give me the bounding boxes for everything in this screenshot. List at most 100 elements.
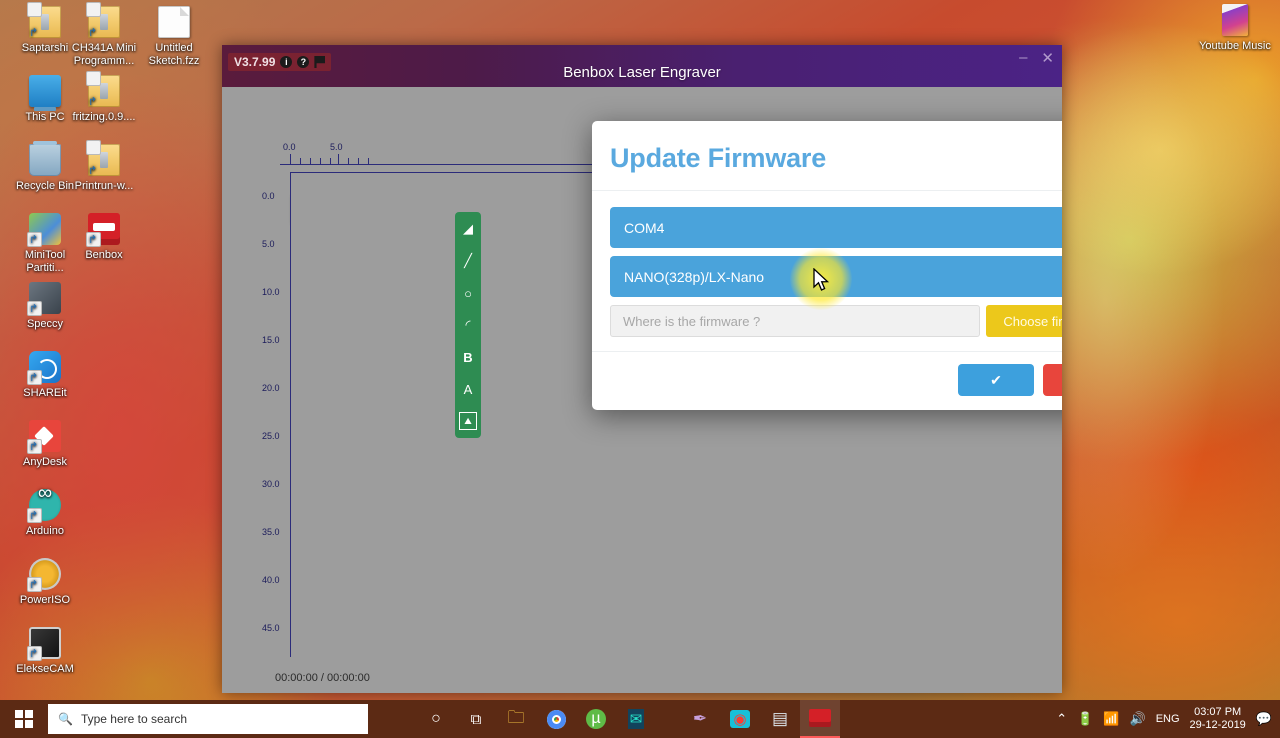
v-tick-label: 5.0: [262, 239, 275, 249]
v-tick-label: 15.0: [262, 335, 280, 345]
clock[interactable]: 03:07 PM 29-12-2019: [1190, 706, 1246, 732]
cancel-button[interactable]: ✖: [1043, 364, 1062, 396]
com-port-select[interactable]: COM4: [610, 207, 1062, 248]
confirm-button[interactable]: ✔: [958, 364, 1034, 396]
desktop-icon-arduino[interactable]: ↱ Arduino: [6, 489, 84, 538]
desktop[interactable]: ↱ Saptarshi ↱ CH341A Mini Programm... Un…: [0, 0, 1280, 738]
choose-firmware-button[interactable]: Choose firmware: [986, 305, 1062, 337]
this-pc-icon: [29, 75, 61, 107]
camera-recorder-button[interactable]: ◉: [720, 700, 760, 738]
v-tick-label: 25.0: [262, 431, 280, 441]
action-center-icon[interactable]: 💬: [1256, 711, 1272, 727]
dialog-body: COM4 NANO(328p)/LX-Nano Choose firmware: [592, 191, 1062, 351]
wifi-icon[interactable]: 📶: [1103, 711, 1119, 727]
desktop-icon-printrun[interactable]: ↱ Printrun-w...: [65, 144, 143, 193]
window-app-button[interactable]: ▤: [760, 700, 800, 738]
show-hidden-icons-chevron-icon[interactable]: ⌃: [1056, 711, 1067, 727]
desktop-icon-label: Arduino: [6, 525, 84, 538]
search-placeholder: Type here to search: [81, 712, 187, 726]
language-indicator[interactable]: ENG: [1156, 713, 1180, 725]
v-tick-label: 30.0: [262, 479, 280, 489]
desktop-icon-poweriso[interactable]: ↱ PowerISO: [6, 558, 84, 607]
feather-button[interactable]: ✒: [680, 700, 720, 738]
desktop-icon-label: fritzing.0.9....: [65, 111, 143, 124]
v-tick-label: 40.0: [262, 575, 280, 585]
recycle-bin-icon: [29, 144, 61, 176]
firmware-path-input[interactable]: [610, 305, 980, 337]
desktop-icon-label: Untitled Sketch.fzz: [135, 42, 213, 68]
desktop-icon-shareit[interactable]: ↱ SHAREit: [6, 351, 84, 400]
h-tick-label: 5.0: [330, 142, 343, 152]
benbox-app-window[interactable]: V3.7.99 i ? Benbox Laser Engraver – ✕ 🖿 …: [222, 45, 1062, 693]
close-button[interactable]: ✕: [1041, 49, 1054, 67]
circle-tool-icon[interactable]: ○: [459, 284, 477, 302]
benbox-taskbar-button[interactable]: [800, 700, 840, 738]
system-tray[interactable]: ⌃ 🔋 📶 🔊 ENG 03:07 PM 29-12-2019 💬: [1056, 706, 1280, 732]
cortana-icon: ○: [431, 710, 441, 728]
h-tick-label: 0.0: [283, 142, 296, 152]
mail-button[interactable]: ✉: [616, 700, 656, 738]
file-explorer-button[interactable]: 🗀: [496, 700, 536, 738]
elekscam-icon: ↱: [29, 627, 61, 659]
ruler-minor-tick: [330, 158, 331, 165]
start-button[interactable]: [0, 700, 48, 738]
folder-icon: ↱: [29, 6, 61, 38]
desktop-icon-label: Printrun-w...: [65, 180, 143, 193]
task-view-icon: ⧉: [471, 711, 482, 728]
desktop-icon-youtube-music[interactable]: Youtube Music: [1196, 4, 1274, 53]
desktop-icon-label: SHAREit: [6, 387, 84, 400]
camera-recorder-icon: ◉: [730, 710, 749, 728]
bold-tool-icon[interactable]: B: [459, 348, 477, 366]
ruler-major-tick: [338, 154, 339, 165]
search-icon: 🔍: [58, 712, 73, 726]
anydesk-icon: ↱: [29, 420, 61, 452]
update-firmware-dialog[interactable]: Update Firmware × COM4 NANO(328p)/LX-Nan…: [592, 121, 1062, 410]
ruler-minor-tick: [368, 158, 369, 165]
windows-logo-icon: [15, 710, 33, 728]
window-app-icon: ▤: [772, 709, 788, 729]
shareit-icon: ↱: [29, 351, 61, 383]
desktop-icon-untitled-sketch[interactable]: Untitled Sketch.fzz: [135, 6, 213, 68]
youtube-music-icon: [1222, 4, 1248, 36]
cortana-button[interactable]: ○: [416, 700, 456, 738]
volume-icon[interactable]: 🔊: [1130, 711, 1146, 727]
com-port-value: COM4: [624, 220, 664, 236]
task-view-button[interactable]: ⧉: [456, 700, 496, 738]
v-tick-label: 0.0: [262, 191, 275, 201]
board-type-value: NANO(328p)/LX-Nano: [624, 269, 764, 285]
desktop-icon-label: Youtube Music: [1196, 40, 1274, 53]
ruler-minor-tick: [348, 158, 349, 165]
taskbar-search[interactable]: 🔍 Type here to search: [48, 704, 368, 734]
firmware-file-row: Choose firmware: [610, 305, 1062, 337]
app-window-title: Benbox Laser Engraver: [222, 64, 1062, 81]
desktop-icon-label: AnyDesk: [6, 456, 84, 469]
chrome-button[interactable]: [536, 700, 576, 738]
desktop-icon-fritzing[interactable]: ↱ fritzing.0.9....: [65, 75, 143, 124]
desktop-icon-anydesk[interactable]: ↱ AnyDesk: [6, 420, 84, 469]
speccy-icon: ↱: [29, 282, 61, 314]
arc-tool-icon[interactable]: ◜: [459, 316, 477, 334]
utorrent-button[interactable]: µ: [576, 700, 616, 738]
feather-icon: ✒: [693, 709, 707, 729]
vertical-ruler: 0.0 5.0 10.0 15.0 20.0 25.0 30.0 35.0 40…: [262, 172, 290, 657]
desktop-icon-label: Speccy: [6, 318, 84, 331]
ruler-minor-tick: [300, 158, 301, 165]
taskbar[interactable]: 🔍 Type here to search ○ ⧉ 🗀 µ ✉ ✒: [0, 700, 1280, 738]
tag-tool-icon[interactable]: ◢: [459, 220, 477, 238]
board-type-select[interactable]: NANO(328p)/LX-Nano: [610, 256, 1062, 297]
taskbar-apps[interactable]: ○ ⧉ 🗀 µ ✉ ✒ ◉ ▤: [376, 700, 840, 738]
document-icon: [158, 6, 190, 38]
desktop-icon-speccy[interactable]: ↱ Speccy: [6, 282, 84, 331]
drawing-tools-toolbar[interactable]: ◢ ╱ ○ ◜ B A ⛰: [455, 212, 481, 438]
line-tool-icon[interactable]: ╱: [459, 252, 477, 270]
minimize-button[interactable]: –: [1019, 49, 1027, 67]
battery-icon[interactable]: 🔋: [1077, 711, 1093, 727]
desktop-icon-ch341a[interactable]: ↱ CH341A Mini Programm...: [65, 6, 143, 68]
image-tool-icon[interactable]: ⛰: [459, 412, 477, 430]
benbox-taskbar-icon: [809, 709, 831, 727]
ruler-minor-tick: [310, 158, 311, 165]
status-bar: 00:00:00 / 00:00:00: [222, 663, 1062, 693]
desktop-icon-elekscam[interactable]: ↱ ElekseCAM: [6, 627, 84, 676]
text-tool-icon[interactable]: A: [459, 380, 477, 398]
desktop-icon-benbox[interactable]: ↱ Benbox: [65, 213, 143, 262]
